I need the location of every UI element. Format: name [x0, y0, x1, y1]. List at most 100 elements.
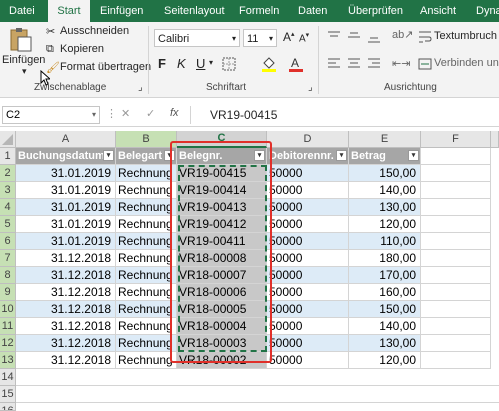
filter-dropdown-icon[interactable]: ▾ — [103, 150, 114, 161]
table-cell[interactable]: 110,00 — [349, 233, 421, 250]
table-cell[interactable]: 50000 — [267, 301, 349, 318]
empty-cell[interactable] — [421, 301, 491, 318]
format-painter-button[interactable]: Format übertragen — [60, 61, 151, 73]
table-cell[interactable]: 50000 — [267, 352, 349, 369]
table-header-betrag[interactable]: Betrag ▾ — [349, 148, 421, 165]
empty-cell[interactable] — [421, 352, 491, 369]
paste-dropdown-icon[interactable]: ▾ — [22, 66, 27, 77]
table-cell[interactable]: 50000 — [267, 250, 349, 267]
table-cell[interactable]: Rechnung — [116, 335, 177, 352]
copy-button[interactable]: Kopieren — [60, 43, 104, 55]
enter-icon[interactable]: ✓ — [146, 107, 155, 120]
bold-button[interactable]: F — [158, 56, 166, 71]
table-cell[interactable]: Rechnung — [116, 165, 177, 182]
table-cell[interactable]: Rechnung — [116, 250, 177, 267]
table-cell[interactable]: 50000 — [267, 199, 349, 216]
underline-button[interactable]: U — [196, 56, 205, 71]
row-header[interactable]: 3 — [0, 182, 16, 199]
empty-cell[interactable] — [421, 318, 491, 335]
row-header[interactable]: 10 — [0, 301, 16, 318]
empty-cell[interactable] — [421, 216, 491, 233]
font-name-combo[interactable]: Calibri ▾ — [154, 29, 240, 47]
table-cell[interactable]: 50000 — [267, 267, 349, 284]
indent-icon[interactable]: ⇤⇥ — [392, 57, 410, 70]
table-cell[interactable]: 31.01.2019 — [16, 216, 116, 233]
merge-center-button[interactable]: Verbinden und — [434, 57, 499, 69]
table-cell[interactable]: 140,00 — [349, 182, 421, 199]
table-cell[interactable]: Rechnung — [116, 301, 177, 318]
tab-ueberpruefen[interactable]: Überprüfen — [348, 0, 403, 22]
row-header[interactable]: 2 — [0, 165, 16, 182]
table-cell[interactable]: 50000 — [267, 318, 349, 335]
empty-row[interactable] — [16, 386, 499, 403]
empty-cell[interactable] — [421, 165, 491, 182]
row-header[interactable]: 11 — [0, 318, 16, 335]
table-cell[interactable]: 31.01.2019 — [16, 182, 116, 199]
row-header[interactable]: 13 — [0, 352, 16, 369]
empty-cell[interactable] — [421, 267, 491, 284]
table-cell[interactable]: 31.12.2018 — [16, 335, 116, 352]
table-cell[interactable]: 50000 — [267, 335, 349, 352]
table-cell[interactable]: 150,00 — [349, 301, 421, 318]
table-cell[interactable]: 170,00 — [349, 267, 421, 284]
grow-font-icon[interactable]: A▴ — [283, 30, 295, 44]
table-cell[interactable]: Rechnung — [116, 182, 177, 199]
table-cell[interactable]: 50000 — [267, 216, 349, 233]
orientation-icon[interactable]: ab↗ — [392, 28, 413, 41]
table-cell[interactable]: 31.12.2018 — [16, 284, 116, 301]
row-header[interactable]: 6 — [0, 233, 16, 250]
paste-button[interactable]: Einfügen — [2, 54, 45, 66]
underline-dropdown-icon[interactable]: ▾ — [209, 58, 213, 67]
tab-start[interactable]: Start — [48, 0, 90, 22]
row-header[interactable]: 5 — [0, 216, 16, 233]
empty-cell[interactable] — [421, 233, 491, 250]
table-cell[interactable]: 140,00 — [349, 318, 421, 335]
wrap-text-button[interactable]: Textumbruch — [434, 30, 497, 42]
tab-dynamics[interactable]: Dyna — [476, 0, 499, 22]
table-cell[interactable]: 31.12.2018 — [16, 318, 116, 335]
fill-color-icon[interactable] — [261, 55, 277, 78]
row-header[interactable]: 15 — [0, 386, 16, 403]
font-dialog-launcher-icon[interactable]: ⌟ — [308, 82, 313, 93]
empty-cell[interactable] — [421, 335, 491, 352]
table-cell[interactable]: 31.12.2018 — [16, 250, 116, 267]
table-cell[interactable]: 31.12.2018 — [16, 267, 116, 284]
row-header[interactable]: 1 — [0, 148, 16, 165]
tab-seitenlayout[interactable]: Seitenlayout — [164, 0, 225, 22]
row-header[interactable]: 7 — [0, 250, 16, 267]
table-cell[interactable]: Rechnung — [116, 267, 177, 284]
row-header[interactable]: 14 — [0, 369, 16, 386]
formula-input[interactable]: VR19-00415 — [210, 108, 277, 122]
table-cell[interactable]: 120,00 — [349, 352, 421, 369]
name-box[interactable]: C2 ▾ — [2, 106, 100, 124]
column-header-e[interactable]: E — [349, 131, 421, 148]
shrink-font-icon[interactable]: A▾ — [299, 31, 309, 44]
table-cell[interactable]: 31.01.2019 — [16, 199, 116, 216]
table-cell[interactable]: 50000 — [267, 165, 349, 182]
table-cell[interactable]: Rechnung — [116, 233, 177, 250]
cancel-icon[interactable]: ✕ — [121, 107, 130, 120]
dialog-launcher-icon[interactable]: ⌟ — [138, 82, 143, 93]
tab-formeln[interactable]: Formeln — [239, 0, 279, 22]
table-cell[interactable]: 50000 — [267, 233, 349, 250]
italic-button[interactable]: K — [177, 56, 186, 71]
paste-icon[interactable] — [8, 27, 34, 53]
align-top-icon[interactable] — [326, 30, 386, 49]
empty-row[interactable] — [16, 369, 499, 386]
table-cell[interactable]: 120,00 — [349, 216, 421, 233]
column-header-g[interactable] — [491, 131, 499, 148]
row-header[interactable]: 9 — [0, 284, 16, 301]
tab-daten[interactable]: Daten — [298, 0, 327, 22]
empty-cell[interactable] — [421, 199, 491, 216]
table-cell[interactable]: 180,00 — [349, 250, 421, 267]
filter-dropdown-icon[interactable]: ▾ — [336, 150, 347, 161]
empty-cell[interactable] — [421, 148, 491, 165]
column-header-b[interactable]: B — [116, 131, 177, 148]
empty-cell[interactable] — [421, 182, 491, 199]
table-cell[interactable]: 150,00 — [349, 165, 421, 182]
insert-function-button[interactable]: fx — [170, 107, 179, 119]
table-header-debitorennr[interactable]: Debitorennr. ▾ — [267, 148, 349, 165]
table-header-belegart[interactable]: Belegart ▾ — [116, 148, 177, 165]
borders-icon[interactable] — [222, 57, 236, 76]
table-cell[interactable]: 130,00 — [349, 335, 421, 352]
